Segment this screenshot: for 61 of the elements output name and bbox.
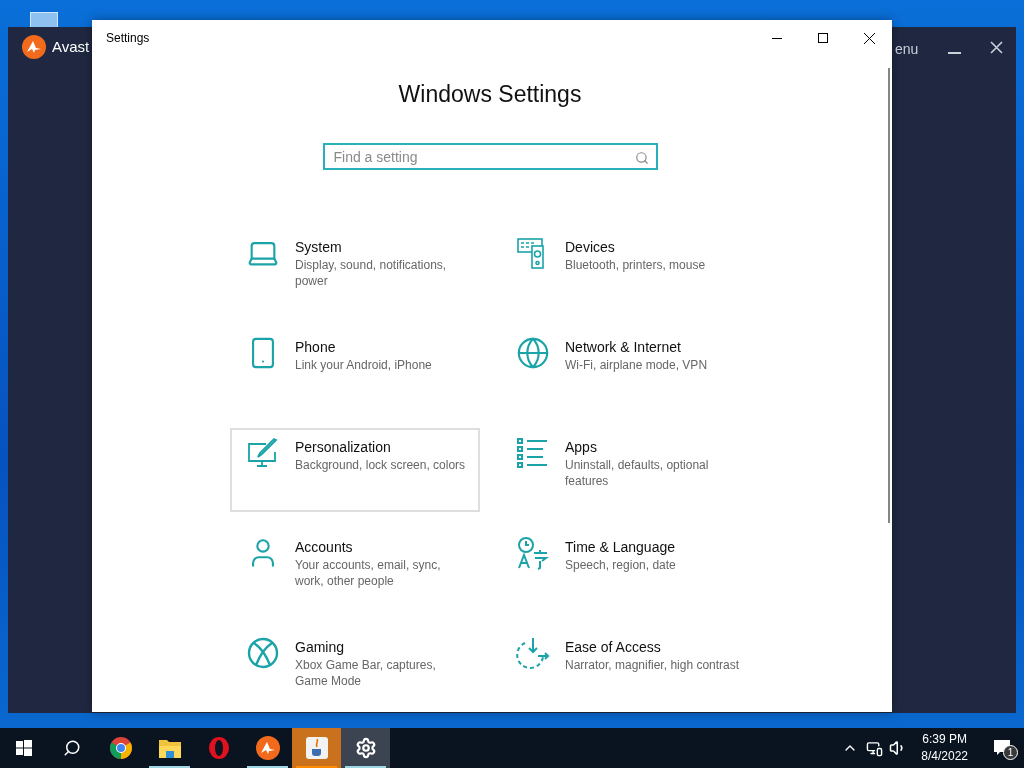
gear-icon <box>354 737 377 759</box>
settings-category-tile[interactable]: Ease of Access Narrator, magnifier, high contrast <box>500 628 750 712</box>
page-heading: Windows Settings <box>398 80 582 109</box>
category-description: Background, lock screen, colors <box>295 457 466 473</box>
coffee-cup-icon <box>304 736 329 760</box>
settings-category-tile[interactable]: Phone Link your Android, iPhone <box>230 328 480 412</box>
settings-category-tile[interactable]: Personalization Background, lock screen, colors <box>230 428 480 512</box>
category-name: Personalization <box>295 438 392 457</box>
category-description: Uninstall, defaults, optional features <box>565 457 710 489</box>
avast-brand: Avast <box>52 36 90 57</box>
category-name: Time & Language <box>565 538 676 557</box>
network-icon[interactable] <box>866 739 884 757</box>
settings-category-tile[interactable]: Accounts Your accounts, email, sync, work, other people <box>230 528 480 612</box>
category-name: Ease of Access <box>565 638 662 657</box>
notification-badge: 1 <box>1003 745 1018 760</box>
category-name: Phone <box>295 338 337 357</box>
menu-button[interactable]: enu <box>895 39 919 60</box>
globe-icon <box>516 336 550 370</box>
window-title: Settings <box>105 30 151 47</box>
avast-logo-icon <box>22 35 46 59</box>
clock[interactable]: 6:39 PM 8/4/2022 <box>915 731 974 765</box>
windows-logo-icon <box>16 740 32 756</box>
avast-logo-icon <box>255 736 280 760</box>
search-icon <box>634 151 649 165</box>
opera-o-icon <box>206 736 231 760</box>
category-description: Narrator, magnifier, high contrast <box>565 657 740 673</box>
category-description: Display, sound, notifications, power <box>295 257 448 289</box>
category-name: Devices <box>565 238 616 257</box>
xbox-icon <box>246 636 280 670</box>
settings-category-tile[interactable]: Devices Bluetooth, printers, mouse <box>500 228 750 312</box>
browser-icon <box>108 736 133 760</box>
folder-icon <box>157 737 182 759</box>
category-description: Wi-Fi, airplane mode, VPN <box>565 357 708 373</box>
category-description: Speech, region, date <box>565 557 676 573</box>
category-description: Link your Android, iPhone <box>295 357 432 373</box>
search-icon <box>63 739 81 757</box>
accessibility-icon <box>516 636 550 670</box>
taskbar-app-button[interactable] <box>341 728 390 768</box>
settings-category-tile[interactable]: System Display, sound, notifications, power <box>230 228 480 312</box>
settings-category-tile[interactable]: Apps Uninstall, defaults, optional features <box>500 428 750 512</box>
monitor-brush-icon <box>246 436 280 470</box>
category-name: Network & Internet <box>565 338 682 357</box>
category-description: Your accounts, email, sync, work, other people <box>295 557 442 589</box>
category-description: Bluetooth, printers, mouse <box>565 257 706 273</box>
close-icon[interactable] <box>990 41 1003 54</box>
clock-date: 8/4/2022 <box>921 748 968 765</box>
scrollbar-icon[interactable] <box>888 68 890 523</box>
settings-category-tile[interactable]: Gaming Xbox Game Bar, captures, Game Mode <box>230 628 480 712</box>
search-field[interactable]: Find a setting <box>322 143 658 170</box>
category-name: Gaming <box>295 638 346 657</box>
list-icon <box>516 436 550 470</box>
category-name: Apps <box>565 438 598 457</box>
category-description: Xbox Game Bar, captures, Game Mode <box>295 657 437 689</box>
clock-language-icon <box>516 536 550 570</box>
clock-time: 6:39 PM <box>922 731 967 748</box>
settings-category-tile[interactable]: Time & Language Speech, region, date <box>500 528 750 612</box>
close-icon <box>863 32 875 44</box>
settings-category-tile[interactable]: Network & Internet Wi-Fi, airplane mode, VPN <box>500 328 750 412</box>
category-name: System <box>295 238 343 257</box>
notification-button[interactable]: 1 <box>980 728 1024 768</box>
category-name: Accounts <box>295 538 354 557</box>
